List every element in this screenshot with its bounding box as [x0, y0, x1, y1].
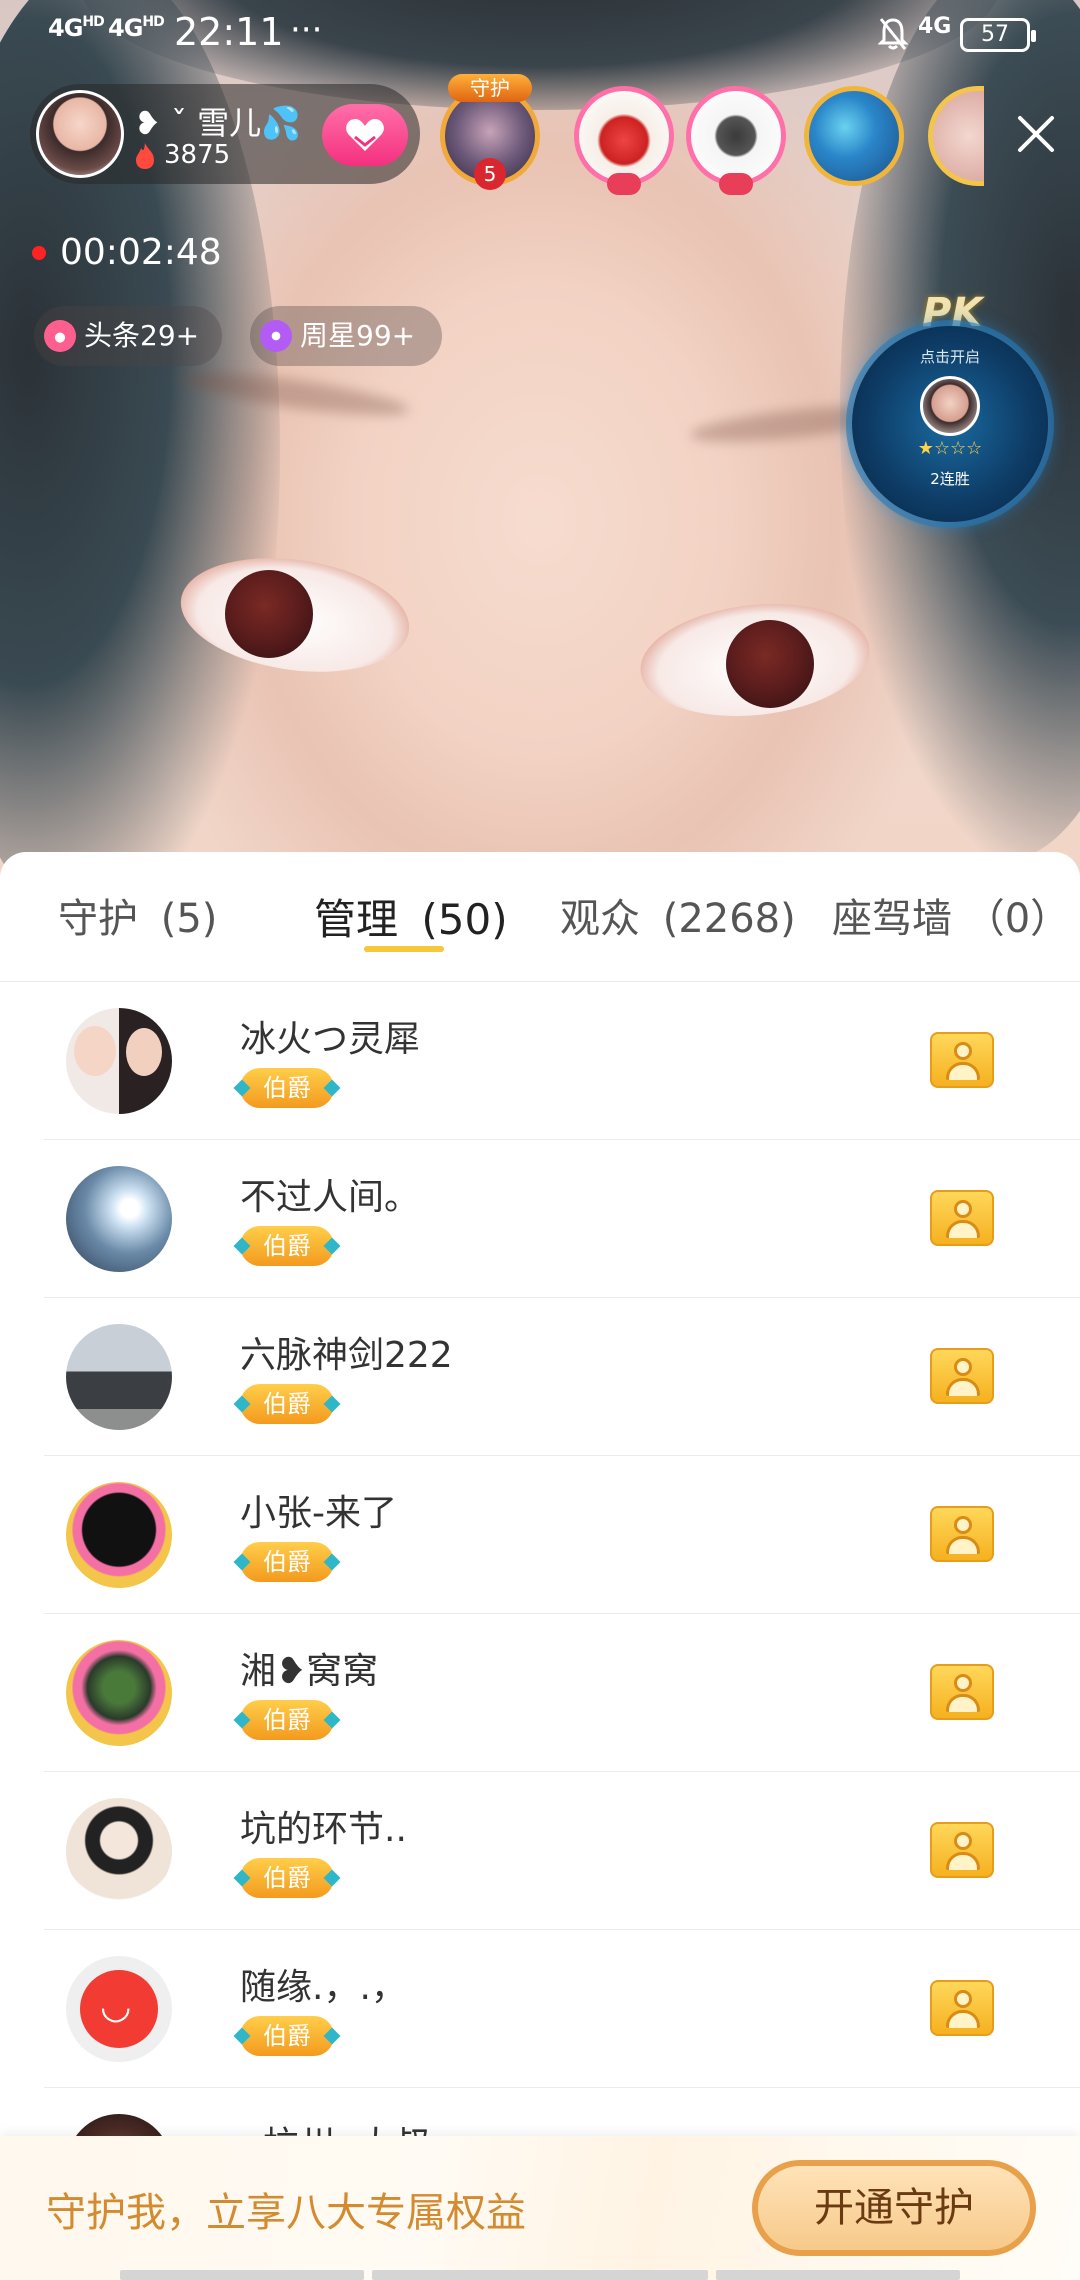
pk-widget[interactable]: 点击开启 ★☆☆☆ 2连胜	[852, 326, 1048, 522]
network-type: 4G	[918, 14, 952, 39]
member-name: 湘❥窝窝	[240, 1651, 379, 1692]
tab-label: 观众	[560, 896, 640, 942]
pk-avatar	[920, 376, 980, 436]
user-card-icon[interactable]	[930, 1032, 994, 1088]
member-name: 不过人间。	[240, 1177, 421, 1218]
list-item[interactable]: 六脉神剑222 伯爵	[44, 1298, 1080, 1456]
avatar[interactable]	[66, 1956, 172, 2062]
bell-muted-icon	[878, 18, 908, 50]
user-card-icon[interactable]	[930, 1822, 994, 1878]
pk-hint: 点击开启	[919, 348, 980, 366]
stream-iris-right	[726, 620, 814, 708]
promo-text: 守护我，立享八大专属权益	[46, 2190, 526, 2236]
member-name: 六脉神剑222	[240, 1335, 453, 1376]
avatar[interactable]	[66, 1482, 172, 1588]
heart-badge-icon	[607, 173, 641, 195]
member-name: 坑的环节..	[240, 1809, 407, 1850]
weekly-star-label: 周星99+	[300, 319, 416, 352]
user-card-icon[interactable]	[930, 1348, 994, 1404]
nav-hint-bar	[716, 2270, 960, 2280]
nav-hint-bar	[120, 2270, 364, 2280]
list-item[interactable]: 随缘.，.， 伯爵	[44, 1930, 1080, 2088]
pk-streak: 2连胜	[930, 470, 970, 488]
avatar[interactable]	[66, 1166, 172, 1272]
tab-count: (2268)	[662, 896, 796, 942]
member-name: 随缘.，.，	[240, 1967, 407, 2008]
tab-audience[interactable]: 观众 (2268)	[560, 886, 796, 944]
stream-iris-left	[225, 570, 313, 658]
guardian-avatar-4[interactable]	[804, 86, 904, 186]
star-icon	[260, 320, 292, 352]
recording-dot-icon	[32, 246, 46, 260]
live-timer: 00:02:48	[60, 232, 222, 273]
avatar[interactable]	[66, 1324, 172, 1430]
avatar[interactable]	[66, 1640, 172, 1746]
user-card-icon[interactable]	[930, 1190, 994, 1246]
rank-badge: 伯爵	[240, 1384, 334, 1424]
close-icon[interactable]	[1010, 108, 1062, 160]
user-card-icon[interactable]	[930, 1980, 994, 2036]
tab-label: 守护	[58, 896, 138, 942]
avatar[interactable]	[66, 1798, 172, 1904]
list-item[interactable]: 小张-来了 伯爵	[44, 1456, 1080, 1614]
member-name: 冰火つ灵犀	[240, 1019, 421, 1060]
fire-icon	[44, 320, 76, 352]
weekly-star-pill[interactable]: 周星99+	[250, 306, 442, 366]
headline-pill[interactable]: 头条29+	[34, 306, 222, 366]
rank-badge: 伯爵	[240, 1858, 334, 1898]
member-name: 小张-来了	[240, 1493, 397, 1534]
avatar[interactable]	[66, 1008, 172, 1114]
flame-icon	[136, 143, 154, 169]
list-item[interactable]: 湘❥窝窝 伯爵	[44, 1614, 1080, 1772]
pk-stars: ★☆☆☆	[917, 438, 983, 459]
guardian-banner: 守护	[448, 74, 532, 102]
guardian-avatar-2[interactable]	[574, 86, 674, 195]
host-info-capsule[interactable]: ❥ ˇ 雪儿💦 3875	[30, 84, 420, 184]
rank-badge: 伯爵	[240, 1068, 334, 1108]
status-bar: 4GHD 4GHD 22:11 ··· 4G 57	[0, 0, 1080, 72]
tab-label: 管理	[314, 895, 399, 944]
tab-count: （0）	[964, 896, 1071, 942]
tab-vehicle-wall[interactable]: 座驾墙 （0）	[832, 886, 1070, 944]
list-item[interactable]: 冰火つ灵犀 伯爵	[44, 982, 1080, 1140]
follow-button[interactable]	[322, 104, 408, 166]
rank-badge: 伯爵	[240, 1700, 334, 1740]
tab-count: (50)	[421, 895, 508, 944]
heart-badge-icon	[719, 173, 753, 195]
headline-label: 头条29+	[84, 319, 200, 352]
host-name: ❥ ˇ 雪儿💦	[134, 104, 302, 142]
sheet-tabs: 守护 (5) 管理 (50) 观众 (2268) 座驾墙 （0）	[0, 852, 1080, 982]
active-tab-indicator	[364, 946, 444, 952]
clock: 22:11	[174, 10, 284, 54]
heart-icon	[346, 119, 384, 151]
more-notifications-icon: ···	[290, 10, 323, 50]
list-item[interactable]: 不过人间。 伯爵	[44, 1140, 1080, 1298]
user-card-icon[interactable]	[930, 1506, 994, 1562]
guardian-promo-bar: 守护我，立享八大专属权益 开通守护	[0, 2136, 1080, 2280]
host-heat-count: 3875	[164, 140, 231, 170]
user-card-icon[interactable]	[930, 1664, 994, 1720]
guardian-avatar-3[interactable]	[686, 86, 786, 195]
tab-count: (5)	[160, 896, 218, 942]
signal-indicator-1: 4GHD	[48, 14, 105, 42]
battery-icon: 57	[960, 18, 1036, 52]
tab-guardians[interactable]: 守护 (5)	[58, 886, 217, 944]
guardian-rank-badge: 5	[474, 158, 506, 190]
rank-badge: 伯爵	[240, 2016, 334, 2056]
signal-indicator-2: 4GHD	[108, 14, 165, 42]
host-avatar[interactable]	[36, 90, 124, 178]
tab-label: 座驾墙	[832, 896, 952, 942]
rank-badge: 伯爵	[240, 1542, 334, 1582]
tab-admins[interactable]: 管理 (50)	[314, 886, 508, 947]
rank-badge: 伯爵	[240, 1226, 334, 1266]
nav-hint-bar	[372, 2270, 708, 2280]
list-item[interactable]: 坑的环节.. 伯爵	[44, 1772, 1080, 1930]
audience-sheet: 守护 (5) 管理 (50) 观众 (2268) 座驾墙 （0） 冰火つ灵犀 伯…	[0, 852, 1080, 2280]
open-guardian-button[interactable]: 开通守护	[752, 2160, 1036, 2256]
